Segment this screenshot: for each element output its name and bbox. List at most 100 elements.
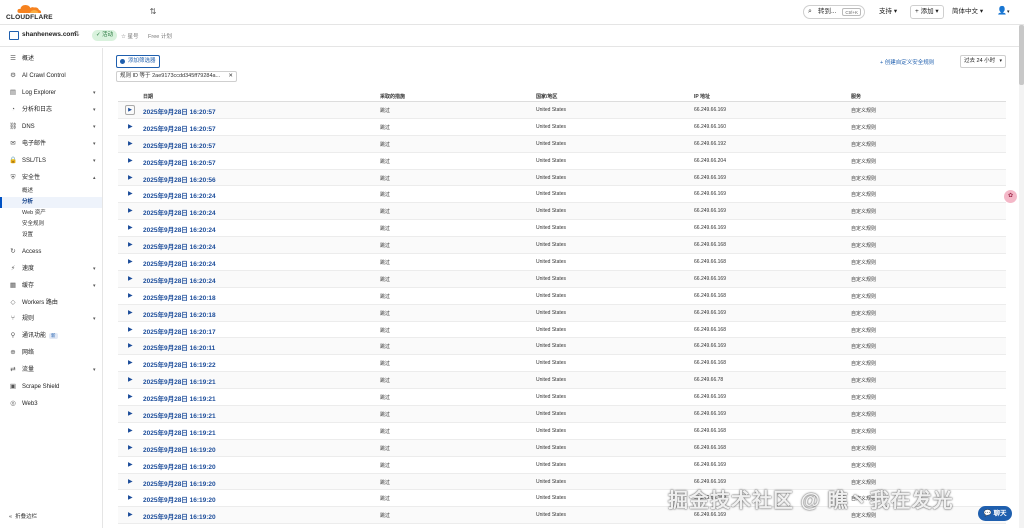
sidebar-item[interactable]: ⑂ 规则 ▾: [0, 313, 103, 325]
table-row[interactable]: ▶ 2025年9月28日 16:19:21 跳过 United States 66.24…: [118, 423, 1006, 440]
create-custom-rule-link[interactable]: + 创建自定义安全规则: [880, 58, 934, 66]
sidebar-item[interactable]: ☰ 概述: [0, 53, 103, 65]
table-row[interactable]: ▶ 2025年9月28日 16:19:20 跳过 United States 66.24…: [118, 457, 1006, 474]
expand-row-icon[interactable]: ▶: [128, 157, 133, 164]
table-cell[interactable]: 2025年9月28日 16:19:21: [143, 376, 216, 386]
sidebar-subitem[interactable]: 安全规则: [22, 219, 44, 229]
assistant-float-icon[interactable]: ✿: [1004, 190, 1017, 203]
sidebar-item[interactable]: ◔ 分析和日志 ▾: [0, 104, 103, 116]
table-cell[interactable]: 2025年9月28日 16:20:18: [143, 292, 216, 302]
sidebar-subitem[interactable]: 分析: [22, 197, 33, 207]
table-cell[interactable]: 2025年9月28日 16:20:24: [143, 275, 216, 285]
table-cell[interactable]: 2025年9月28日 16:19:20: [143, 511, 216, 521]
expand-row-icon[interactable]: ▶: [128, 359, 133, 366]
support-menu[interactable]: 支持 ▾: [879, 7, 897, 17]
table-cell[interactable]: 2025年9月28日 16:19:20: [143, 478, 216, 488]
expand-row-icon[interactable]: ▶: [128, 342, 133, 349]
table-row[interactable]: ▶ 2025年9月28日 16:20:17 跳过 United States 66.24…: [118, 322, 1006, 339]
expand-row-icon[interactable]: ▶: [125, 105, 135, 115]
expand-row-icon[interactable]: ▶: [128, 207, 133, 214]
expand-row-icon[interactable]: ▶: [128, 224, 133, 231]
sidebar-item[interactable]: ✉ 电子邮件 ▾: [0, 138, 103, 150]
table-row[interactable]: ▶ 2025年9月28日 16:20:24 跳过 United States 66.24…: [118, 237, 1006, 255]
close-icon[interactable]: ✕: [228, 72, 233, 81]
sidebar-item[interactable]: ◇ Workers 路由: [0, 297, 103, 309]
expand-row-icon[interactable]: ▶: [128, 123, 133, 130]
sidebar-subitem[interactable]: 概述: [22, 186, 33, 196]
expand-row-icon[interactable]: ▶: [128, 427, 133, 434]
account-switch-icon[interactable]: ⇅: [148, 7, 158, 17]
expand-row-icon[interactable]: ▶: [128, 376, 133, 383]
table-cell[interactable]: 2025年9月28日 16:20:11: [143, 342, 215, 352]
expand-row-icon[interactable]: ▶: [128, 309, 133, 316]
table-row[interactable]: ▶ 2025年9月28日 16:19:22 跳过 United States 66.24…: [118, 355, 1006, 373]
table-row[interactable]: ▶ 2025年9月28日 16:20:18 跳过 United States 66.24…: [118, 304, 1006, 322]
table-cell[interactable]: 2025年9月28日 16:20:57: [143, 123, 216, 133]
sidebar-item[interactable]: ↻ Access: [0, 246, 103, 258]
language-menu[interactable]: 简体中文 ▾: [952, 7, 983, 17]
scrollbar-thumb[interactable]: [1019, 25, 1024, 85]
time-range-select[interactable]: 过去 24 小时 ▾: [960, 55, 1006, 68]
sidebar-item[interactable]: ⛨ 安全性 ▴: [0, 172, 103, 184]
table-row[interactable]: ▶ 2025年9月28日 16:20:57 跳过 United States 66.24…: [118, 135, 1006, 153]
table-cell[interactable]: 2025年9月28日 16:20:18: [143, 309, 216, 319]
table-cell[interactable]: 2025年9月28日 16:20:24: [143, 207, 216, 217]
expand-row-icon[interactable]: ▶: [128, 190, 133, 197]
expand-row-icon[interactable]: ▶: [128, 275, 133, 282]
table-cell[interactable]: 2025年9月28日 16:20:24: [143, 190, 216, 200]
table-cell[interactable]: 2025年9月28日 16:19:21: [143, 410, 216, 420]
column-header-country[interactable]: 国家/地区: [536, 93, 557, 100]
table-row[interactable]: ▶ 2025年9月28日 16:19:21 跳过 United States 66.24…: [118, 406, 1006, 423]
sidebar-item[interactable]: 🔒 SSL/TLS ▾: [0, 155, 103, 167]
user-icon[interactable]: 👤▾: [997, 6, 1009, 15]
table-row[interactable]: ▶ 2025年9月28日 16:20:24 跳过 United States 66.24…: [118, 220, 1006, 238]
sidebar-item[interactable]: ▦ 缓存 ▾: [0, 280, 103, 292]
add-button[interactable]: + 添加 ▾: [910, 5, 944, 19]
zone-switch-icon[interactable]: ⇅: [74, 30, 80, 38]
table-row[interactable]: ▶ 2025年9月28日 16:20:57 跳过 United States 66.24…: [118, 119, 1006, 136]
table-row[interactable]: ▶ 2025年9月28日 16:20:24 跳过 United States 66.24…: [118, 186, 1006, 204]
collapse-sidebar-button[interactable]: « 折叠边栏: [9, 512, 37, 520]
sidebar-item[interactable]: ⚲ 通讯功能新: [0, 330, 103, 342]
chat-button[interactable]: 💬 聊天: [978, 506, 1012, 521]
table-cell[interactable]: 2025年9月28日 16:19:22: [143, 359, 216, 369]
table-row[interactable]: ▶ 2025年9月28日 16:19:20 跳过 United States 66.24…: [118, 439, 1006, 457]
expand-row-icon[interactable]: ▶: [128, 393, 133, 400]
table-row[interactable]: ▶ 2025年9月28日 16:20:56 跳过 United States 66.24…: [118, 169, 1006, 187]
expand-row-icon[interactable]: ▶: [128, 292, 133, 299]
expand-row-icon[interactable]: ▶: [128, 511, 133, 518]
sidebar-subitem[interactable]: 设置: [22, 230, 33, 240]
table-cell[interactable]: 2025年9月28日 16:20:24: [143, 224, 216, 234]
column-header-ip[interactable]: IP 地址: [694, 93, 710, 100]
table-cell[interactable]: 2025年9月28日 16:19:21: [143, 393, 216, 403]
add-filter-button[interactable]: 添加筛选器: [116, 55, 160, 68]
cloudflare-logo[interactable]: CLOUDFLARE: [6, 3, 53, 22]
table-cell[interactable]: 2025年9月28日 16:20:57: [143, 106, 216, 116]
star-button[interactable]: ☆ 星号: [121, 32, 138, 40]
expand-row-icon[interactable]: ▶: [128, 174, 133, 181]
expand-row-icon[interactable]: ▶: [128, 241, 133, 248]
table-row[interactable]: ▶ 2025年9月28日 16:20:24 跳过 United States 66.24…: [118, 270, 1006, 288]
expand-row-icon[interactable]: ▶: [128, 461, 133, 468]
table-cell[interactable]: 2025年9月28日 16:20:24: [143, 258, 216, 268]
filter-chip[interactable]: 规则 ID 等于 2ae9173ccdd345ff79284a... ✕: [116, 71, 237, 82]
table-cell[interactable]: 2025年9月28日 16:19:20: [143, 444, 216, 454]
sidebar-item[interactable]: ⊕ 网络: [0, 347, 103, 359]
sidebar-subitem[interactable]: Web 资产: [22, 208, 46, 218]
sidebar-item[interactable]: ◎ Web3: [0, 398, 103, 410]
expand-row-icon[interactable]: ▶: [128, 326, 133, 333]
sidebar-item[interactable]: ⚡ 速度 ▾: [0, 263, 103, 275]
sidebar-item[interactable]: ▤ Log Explorer ▾: [0, 87, 103, 99]
table-row[interactable]: ▶ 2025年9月28日 16:19:21 跳过 United States 66.24…: [118, 389, 1006, 407]
table-cell[interactable]: 2025年9月28日 16:20:56: [143, 174, 216, 184]
sidebar-item[interactable]: ⛓ DNS ▾: [0, 121, 103, 133]
zone-name[interactable]: shanhenews.com: [22, 31, 76, 38]
expand-row-icon[interactable]: ▶: [128, 494, 133, 501]
scrollbar-track[interactable]: [1019, 25, 1024, 528]
table-cell[interactable]: 2025年9月28日 16:19:20: [143, 461, 216, 471]
sidebar-item[interactable]: ⚙ AI Crawl Control: [0, 70, 103, 82]
table-row[interactable]: ▶ 2025年9月28日 16:20:57 跳过 United States 66.24…: [118, 102, 1006, 119]
sidebar-item[interactable]: ⇄ 流量 ▾: [0, 364, 103, 376]
table-row[interactable]: ▶ 2025年9月28日 16:20:18 跳过 United States 66.24…: [118, 288, 1006, 305]
table-cell[interactable]: 2025年9月28日 16:20:17: [143, 326, 216, 336]
